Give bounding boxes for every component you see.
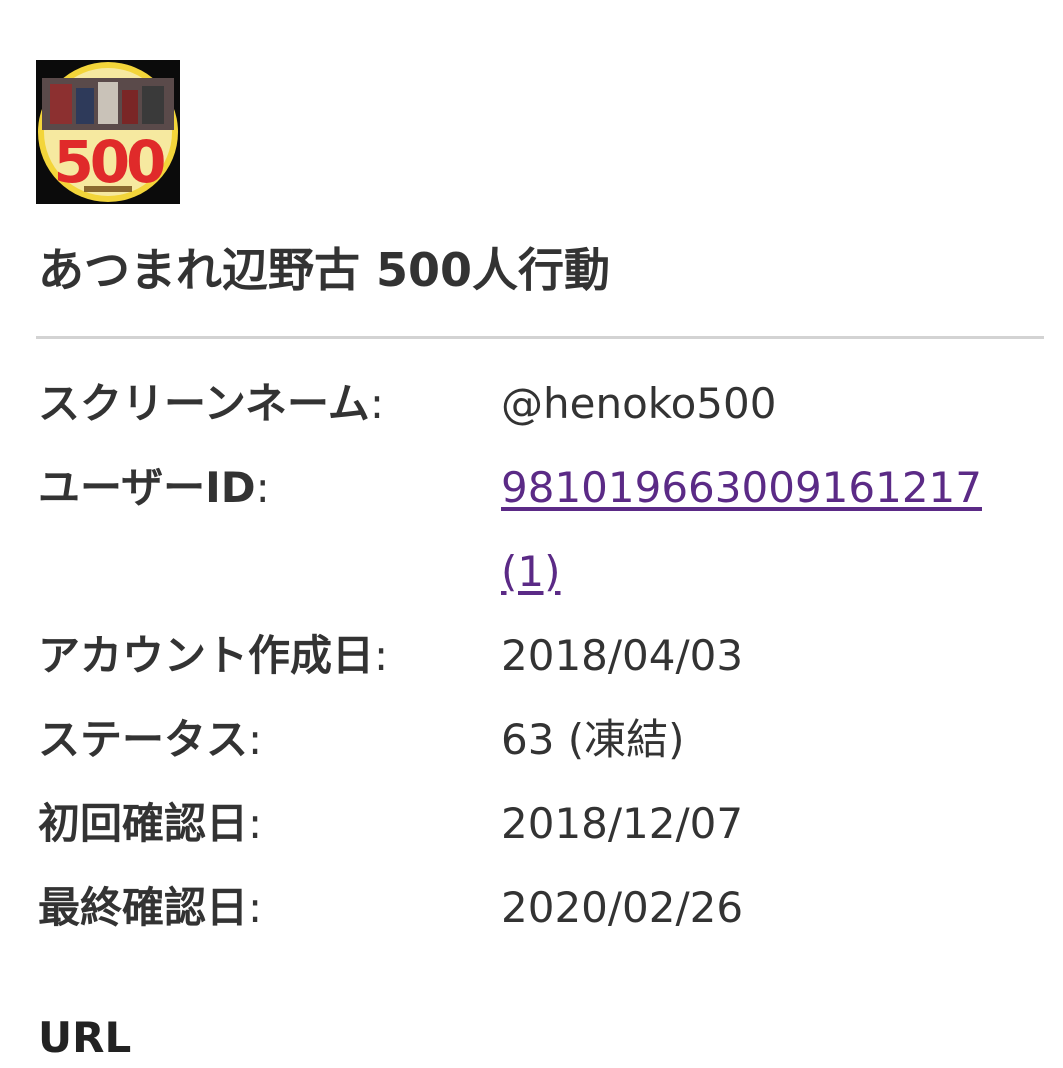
user-id-label: ユーザーID:	[38, 463, 270, 512]
first-seen-value: 2018/12/07	[501, 799, 744, 848]
url-section-heading: URL	[38, 1013, 132, 1062]
last-seen-value: 2020/02/26	[501, 883, 744, 932]
user-id-count-link[interactable]: (1)	[501, 530, 1028, 614]
account-info-list: スクリーンネーム: @henoko500 ユーザーID: 98101966300…	[38, 362, 1028, 950]
status-row: ステータス: 63 (凍結)	[38, 698, 1028, 782]
account-name: あつまれ辺野古 500人行動	[38, 243, 611, 297]
profile-avatar: 500	[36, 60, 180, 204]
user-id-row: ユーザーID: 981019663009161217 (1)	[38, 446, 1028, 614]
created-date-label: アカウント作成日:	[38, 631, 389, 680]
last-seen-row: 最終確認日: 2020/02/26	[38, 866, 1028, 950]
status-value: 63 (凍結)	[501, 715, 685, 764]
first-seen-label: 初回確認日:	[38, 799, 263, 848]
last-seen-label: 最終確認日:	[38, 883, 263, 932]
user-id-value: 981019663009161217 (1)	[501, 446, 1028, 614]
user-id-link[interactable]: 981019663009161217	[501, 446, 1028, 530]
profile-image-500-icon: 500	[36, 60, 180, 204]
created-date-row: アカウント作成日: 2018/04/03	[38, 614, 1028, 698]
divider	[36, 336, 1044, 339]
screen-name-value: @henoko500	[501, 379, 777, 428]
first-seen-row: 初回確認日: 2018/12/07	[38, 782, 1028, 866]
created-date-value: 2018/04/03	[501, 631, 744, 680]
screen-name-label: スクリーンネーム:	[38, 379, 384, 428]
status-label: ステータス:	[38, 715, 263, 764]
avatar-numeral: 500	[53, 128, 164, 196]
screen-name-row: スクリーンネーム: @henoko500	[38, 362, 1028, 446]
